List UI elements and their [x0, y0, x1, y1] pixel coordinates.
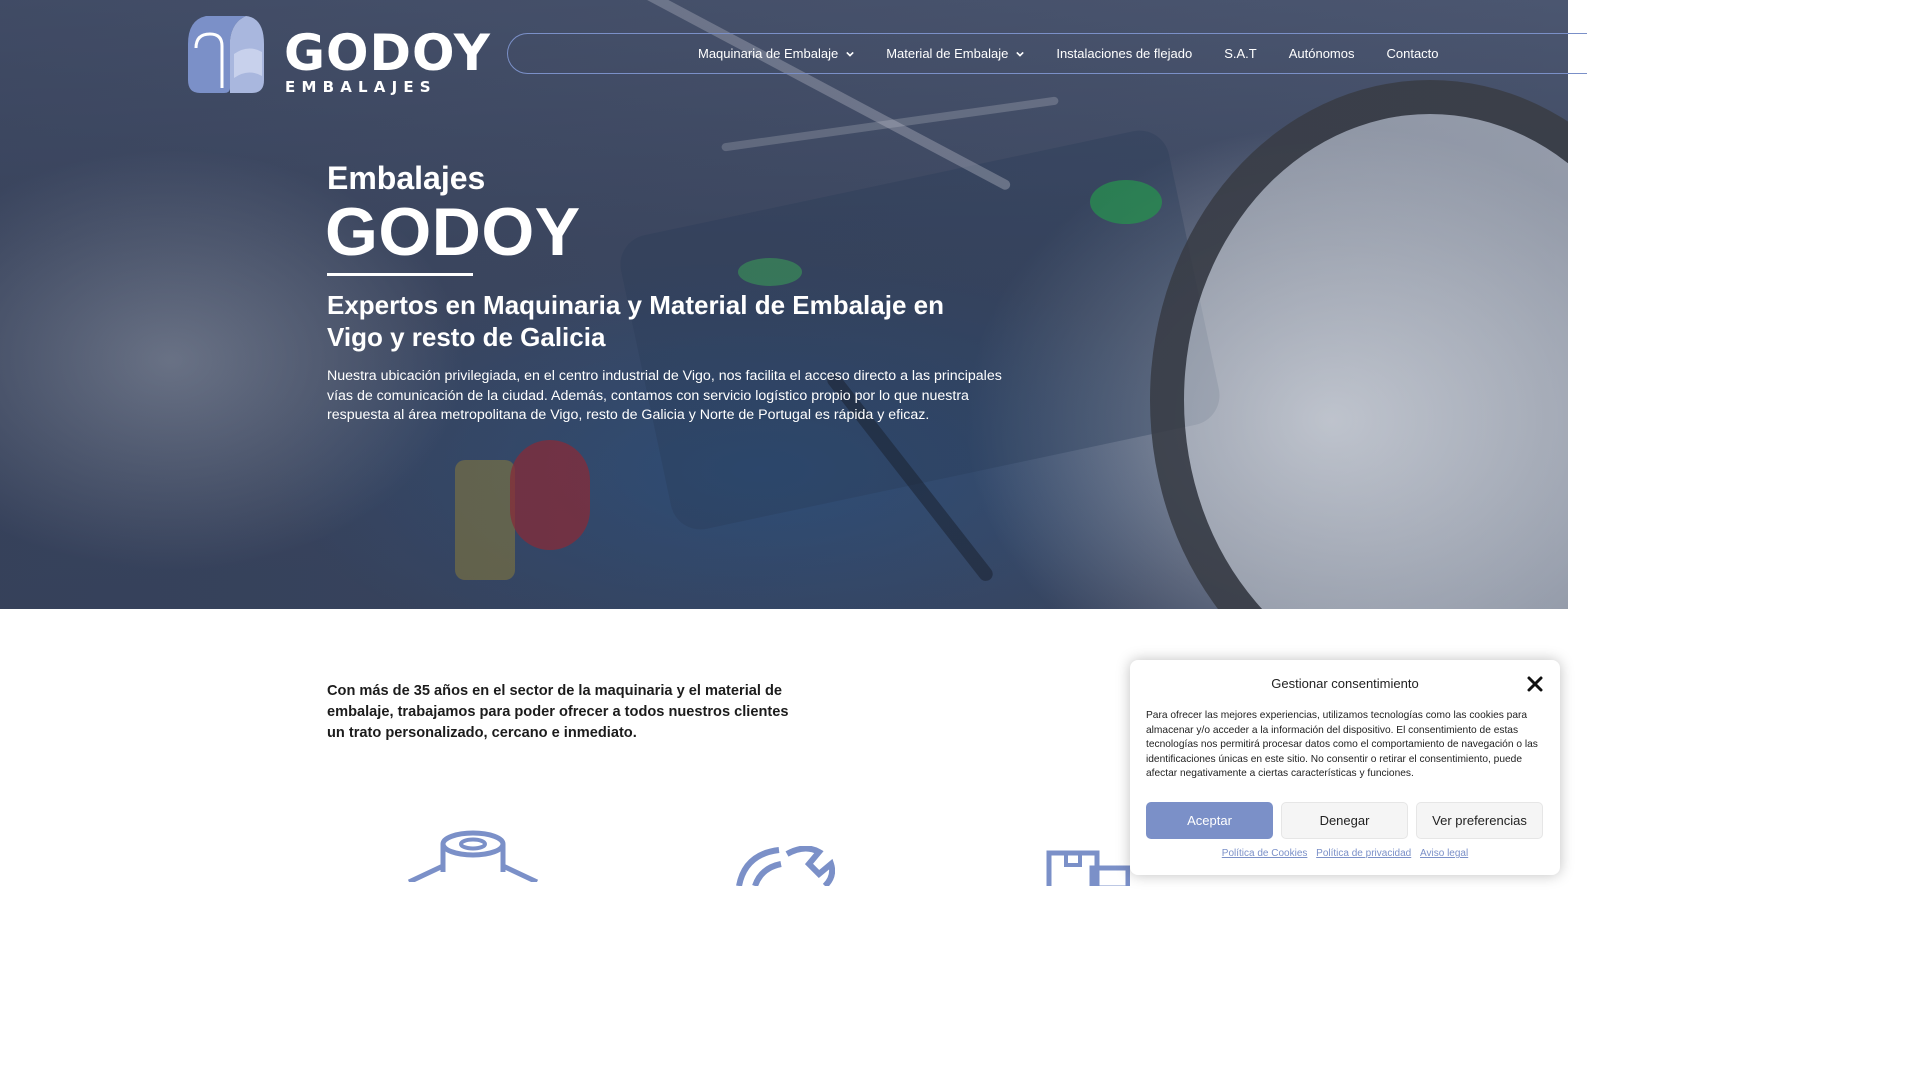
hero-subtitle: Expertos en Maquinaria y Material de Emb… — [327, 290, 944, 352]
nav-item-label: Material de Embalaje — [886, 46, 1009, 61]
godoy-logo-icon — [188, 16, 264, 93]
cookie-dialog-links: Política de Cookies Política de privacid… — [1130, 848, 1560, 859]
nav-item-autonomos[interactable]: Autónomos — [1289, 46, 1355, 61]
view-preferences-button[interactable]: Ver preferencias — [1416, 802, 1543, 839]
nav-item-label: Contacto — [1386, 46, 1439, 61]
nav-item-label: S.A.T — [1224, 46, 1257, 61]
cookie-dialog-text: Para ofrecer las mejores experiencias, u… — [1146, 710, 1538, 780]
hero-divider — [327, 273, 473, 276]
nav-item-maquinaria[interactable]: Maquinaria de Embalaje — [698, 46, 854, 61]
cookie-policy-link[interactable]: Política de Cookies — [1222, 848, 1308, 859]
hero-paragraph: Nuestra ubicación privilegiada, en el ce… — [327, 368, 1002, 424]
chevron-down-icon — [1016, 51, 1025, 57]
legal-notice-link[interactable]: Aviso legal — [1420, 848, 1468, 859]
brand-tagline: EMBALAJES — [285, 78, 437, 96]
nav-item-label: Autónomos — [1288, 46, 1355, 61]
deny-button[interactable]: Denegar — [1281, 802, 1408, 839]
boxes-icon — [1046, 850, 1130, 886]
hero-title: GODOY — [325, 194, 581, 270]
main-nav: Maquinaria de Embalaje Material de Embal… — [507, 33, 1587, 74]
hero-pre-title: Embalajes — [327, 160, 486, 196]
intro-text: Con más de 35 años en el sector de la ma… — [327, 683, 789, 741]
privacy-policy-link[interactable]: Política de privacidad — [1316, 848, 1411, 859]
close-icon[interactable] — [1526, 675, 1544, 693]
accept-button[interactable]: Aceptar — [1146, 802, 1273, 839]
tape-roll-icon — [407, 830, 539, 882]
nav-item-label: Maquinaria de Embalaje — [698, 46, 839, 61]
cookie-dialog-title: Gestionar consentimiento — [1271, 676, 1419, 691]
site-logo[interactable]: GODOY EMBALAJES — [186, 14, 490, 96]
nav-item-label: Instalaciones de flejado — [1056, 46, 1193, 61]
cookie-consent-dialog: Gestionar consentimiento Para ofrecer la… — [1130, 660, 1560, 875]
wrench-icon — [736, 846, 835, 886]
brand-name: GODOY — [284, 24, 491, 82]
chevron-down-icon — [846, 51, 854, 57]
nav-item-material[interactable]: Material de Embalaje — [886, 46, 1025, 61]
nav-item-instalaciones[interactable]: Instalaciones de flejado — [1056, 46, 1192, 61]
nav-item-contacto[interactable]: Contacto — [1386, 46, 1438, 61]
nav-item-sat[interactable]: S.A.T — [1224, 46, 1257, 61]
